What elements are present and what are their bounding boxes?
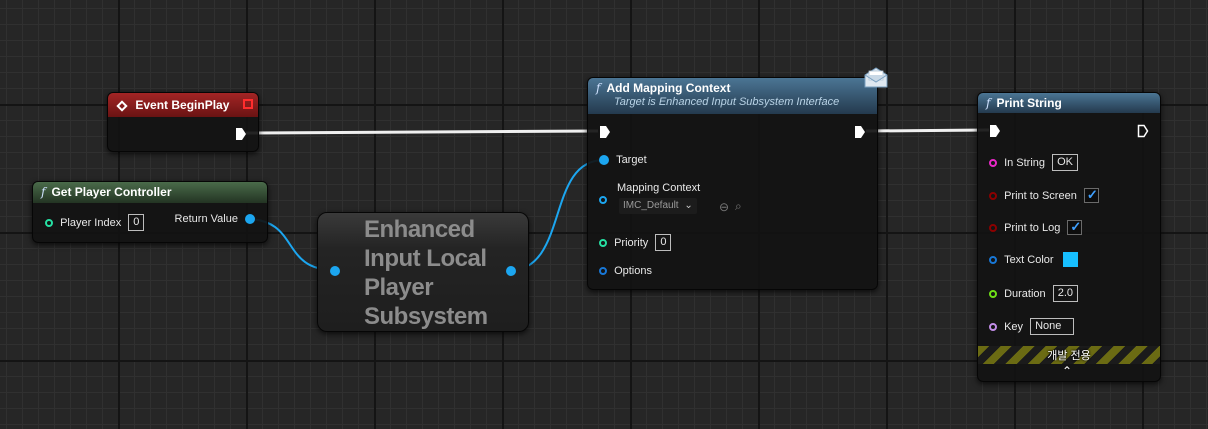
int-pin-icon: [45, 218, 53, 227]
exec-out-pin[interactable]: [854, 125, 866, 139]
priority-label: Priority: [614, 236, 649, 249]
priority-value[interactable]: 0: [655, 234, 672, 251]
chevron-down-icon: ⌄: [684, 200, 693, 211]
object-pin-icon: [599, 155, 609, 166]
key-label: Key: [1004, 320, 1024, 333]
use-selected-icon[interactable]: ⊖: [719, 200, 729, 214]
event-diamond-icon: [116, 100, 128, 112]
options-label: Options: [614, 265, 652, 278]
return-value-label: Return Value: [174, 213, 238, 226]
print-to-log-checkbox[interactable]: ✓: [1067, 219, 1083, 235]
int-pin-icon: [599, 238, 607, 247]
mapping-context-label: Mapping Context: [617, 182, 701, 194]
get-player-controller-header: f Get Player Controller: [33, 182, 267, 203]
exec-in-pin[interactable]: [599, 125, 611, 139]
duration-value[interactable]: 2.0: [1052, 285, 1078, 302]
add-mapping-context-header: f Add Mapping Context Target is Enhanced …: [588, 78, 877, 114]
get-player-controller-title: Get Player Controller: [51, 185, 172, 199]
add-mapping-context-node[interactable]: f Add Mapping Context Target is Enhanced …: [587, 67, 888, 290]
target-label: Target: [616, 154, 647, 167]
envelope-icon: [864, 67, 888, 88]
in-string-value[interactable]: OK: [1052, 154, 1078, 171]
mapping-context-dropdown[interactable]: IMC_Default ⌄: [619, 198, 697, 214]
name-pin-icon: [989, 322, 997, 331]
print-to-screen-checkbox[interactable]: ✓: [1083, 187, 1099, 203]
float-pin-icon: [989, 289, 997, 298]
delegate-pin[interactable]: [243, 99, 253, 109]
player-index-pin[interactable]: Player Index 0: [45, 214, 145, 231]
exec-out-pin[interactable]: [1137, 124, 1149, 138]
in-string-pin[interactable]: In String OK: [989, 154, 1078, 171]
player-index-label: Player Index: [60, 216, 122, 229]
duration-label: Duration: [1004, 287, 1046, 300]
key-value[interactable]: None: [1030, 318, 1075, 335]
development-only-banner: 개발 전용: [978, 346, 1160, 364]
text-color-pin[interactable]: Text Color: [989, 252, 1078, 267]
in-string-label: In String: [1004, 156, 1046, 169]
print-to-log-pin[interactable]: Print to Log ✓: [989, 219, 1083, 235]
get-player-controller-node[interactable]: f Get Player Controller Player Index 0 Re…: [32, 181, 268, 243]
struct-pin-icon: [989, 255, 997, 264]
print-string-header: f Print String: [978, 93, 1160, 113]
event-beginplay-header: Event BeginPlay: [108, 93, 258, 117]
string-pin-icon: [989, 158, 997, 167]
exec-wire-beginplay: [245, 129, 599, 135]
bool-pin-icon: [989, 191, 997, 200]
subsystem-input-pin[interactable]: [330, 266, 340, 276]
exec-in-pin[interactable]: [989, 124, 1001, 138]
event-beginplay-node[interactable]: Event BeginPlay: [107, 92, 259, 152]
priority-pin[interactable]: Priority 0: [599, 234, 672, 251]
text-color-swatch[interactable]: [1062, 252, 1078, 267]
checkmark-icon: ✓: [1070, 219, 1082, 234]
struct-pin-icon: [599, 267, 607, 276]
subsystem-title: Enhanced Input Local Player Subsystem: [364, 216, 488, 330]
subsystem-node[interactable]: Enhanced Input Local Player Subsystem: [317, 212, 529, 332]
exec-out-pin[interactable]: [235, 127, 247, 141]
add-mapping-context-subtitle: Target is Enhanced Input Subsystem Inter…: [614, 96, 840, 108]
key-pin[interactable]: Key None: [989, 318, 1075, 335]
function-icon: f: [596, 81, 601, 95]
bool-pin-icon: [989, 223, 997, 232]
subsystem-output-pin[interactable]: [506, 266, 516, 276]
add-mapping-context-title: Add Mapping Context: [606, 81, 731, 95]
print-to-log-label: Print to Log: [1004, 221, 1061, 234]
duration-pin[interactable]: Duration 2.0: [989, 285, 1078, 302]
browse-search-icon[interactable]: ⌕: [735, 199, 742, 214]
chevron-up-icon[interactable]: ⌃: [1062, 364, 1072, 378]
print-string-title: Print String: [996, 96, 1062, 110]
return-value-pin[interactable]: Return Value: [175, 213, 255, 225]
object-pin-icon: [599, 196, 607, 204]
mapping-context-value: IMC_Default: [623, 200, 679, 211]
print-to-screen-label: Print to Screen: [1004, 189, 1077, 202]
checkmark-icon: ✓: [1086, 187, 1098, 202]
object-pin-icon: [245, 214, 255, 225]
exec-wire-addmapping: [865, 128, 990, 133]
function-icon: f: [41, 185, 46, 199]
event-beginplay-title: Event BeginPlay: [135, 98, 230, 112]
target-pin[interactable]: Target: [599, 154, 647, 166]
options-pin[interactable]: Options: [599, 265, 652, 277]
development-only-label: 개발 전용: [1047, 350, 1091, 362]
player-index-value[interactable]: 0: [128, 214, 145, 231]
print-string-node[interactable]: f Print String In String OK Print to Scre…: [977, 92, 1161, 382]
text-color-label: Text Color: [1004, 253, 1054, 266]
print-to-screen-pin[interactable]: Print to Screen ✓: [989, 187, 1099, 203]
function-icon: f: [986, 96, 991, 110]
